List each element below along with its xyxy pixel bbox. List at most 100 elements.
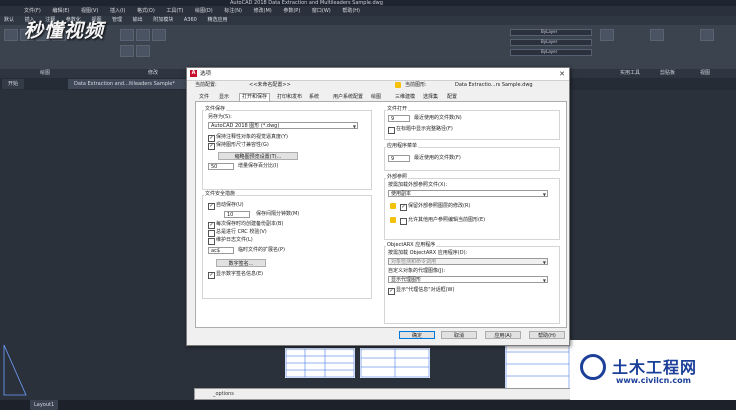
tab-user-preferences[interactable]: 用户系统配置 — [333, 94, 363, 101]
menu-window[interactable]: 窗口(W) — [312, 8, 331, 14]
panel-modify-label[interactable]: 修改 — [148, 69, 158, 78]
chevron-down-icon: ▼ — [542, 278, 546, 283]
mirror-tool-icon[interactable] — [136, 45, 150, 57]
ribbon-tab-output[interactable]: 输出 — [133, 17, 143, 23]
help-button[interactable]: 帮助(H) — [529, 331, 565, 339]
file-save-title: 文件保存 — [204, 106, 227, 113]
menu-view[interactable]: 视图(V) — [81, 8, 98, 14]
ribbon-tab-manage[interactable]: 管理 — [112, 17, 122, 23]
full-path-label: 在标题中显示完整路径(F) — [396, 126, 453, 132]
xref-load-select[interactable]: 使用副本 ▼ — [388, 190, 548, 197]
tab-system[interactable]: 系统 — [309, 94, 319, 101]
menu-file[interactable]: 文件(F) — [24, 8, 41, 14]
digital-signature-button[interactable]: 数字签名... — [216, 259, 266, 267]
autosave-checkbox[interactable]: ✓ — [208, 203, 215, 210]
keep-annotative-checkbox[interactable]: ✓ — [208, 135, 215, 142]
thumbnail-settings-button[interactable]: 缩略图预览设置(T)... — [218, 152, 298, 160]
allow-edit-label: 允许其他用户参照编辑当前图形(E) — [408, 217, 486, 223]
menu-dimension[interactable]: 标注(N) — [224, 8, 242, 14]
autosave-minutes-input[interactable]: 10 — [224, 211, 250, 218]
move-tool-icon[interactable] — [120, 29, 134, 41]
temp-extension-label: 临时文件的扩展名(P) — [238, 247, 285, 253]
proxy-info-checkbox[interactable]: ✓ — [388, 288, 395, 295]
cancel-button[interactable]: 取消 — [441, 331, 477, 339]
paste-tool-icon[interactable] — [650, 29, 664, 41]
menu-recent-files-input[interactable]: 9 — [388, 155, 410, 162]
keep-drawing-size-checkbox[interactable]: ✓ — [208, 143, 215, 150]
triangle-drawing — [3, 344, 27, 396]
menu-draw[interactable]: 绘图(D) — [195, 8, 213, 14]
file-open-group — [384, 110, 560, 140]
full-path-checkbox[interactable] — [388, 127, 395, 134]
watermark-logo-right: 土木工程网 www.civilcn.com — [570, 340, 736, 400]
proxy-image-select[interactable]: 显示代理图形 ▼ — [388, 276, 548, 283]
menu-insert[interactable]: 插入(I) — [110, 8, 125, 14]
xref-retain-icon — [390, 203, 396, 209]
tab-plot-publish[interactable]: 打印和发布 — [277, 94, 302, 101]
tab-3d-modeling[interactable]: 三维建模 — [395, 94, 415, 101]
crc-checkbox[interactable] — [208, 230, 215, 237]
recent-files-input[interactable]: 9 — [388, 115, 410, 122]
digital-signature-checkbox[interactable]: ✓ — [208, 272, 215, 279]
digital-signature-label: 显示数字签名信息(E) — [216, 271, 264, 277]
measure-tool-icon[interactable] — [600, 29, 614, 41]
close-icon[interactable]: ✕ — [559, 69, 565, 79]
tab-drafting[interactable]: 绘图 — [371, 94, 381, 101]
tab-profiles[interactable]: 配置 — [447, 94, 457, 101]
tab-open-save[interactable]: 打开和保存 — [239, 93, 271, 101]
incremental-save-label: 增量保存百分比(I) — [238, 163, 279, 169]
objectarx-load-select[interactable]: 对象检测和命令调用 ▼ — [388, 258, 548, 265]
retain-xref-checkbox[interactable]: ✓ — [400, 204, 407, 211]
menu-bar: 文件(F) 编辑(E) 视图(V) 插入(I) 格式(O) 工具(T) 绘图(D… — [0, 6, 736, 16]
doc-tab-start[interactable]: 开始 — [2, 79, 25, 89]
objectarx-load-label: 按需加载 ObjectARX 应用程序(D): — [388, 250, 468, 256]
menu-format[interactable]: 格式(O) — [137, 8, 155, 14]
allow-edit-checkbox[interactable] — [400, 218, 407, 225]
ribbon-tab-addins[interactable]: 附加模块 — [153, 17, 173, 23]
file-open-title: 文件打开 — [386, 106, 409, 113]
tab-selection[interactable]: 选择集 — [423, 94, 438, 101]
ok-button[interactable]: 确定 — [399, 331, 435, 339]
chevron-down-icon: ▼ — [542, 260, 546, 265]
backup-checkbox[interactable]: ✓ — [208, 222, 215, 229]
menu-edit[interactable]: 编辑(E) — [52, 8, 69, 14]
line-tool-icon[interactable] — [4, 29, 18, 41]
drawing-icon — [395, 82, 401, 88]
rotate-tool-icon[interactable] — [136, 29, 150, 41]
tab-files[interactable]: 文件 — [199, 94, 209, 101]
current-drawing-value: Data Extractio...rs Sample.dwg — [455, 82, 533, 88]
trim-tool-icon[interactable] — [152, 29, 166, 41]
ribbon-tab-home[interactable]: 默认 — [4, 17, 14, 23]
tab-display[interactable]: 显示 — [219, 94, 229, 101]
recent-files-label: 最近使用的文件数(N) — [414, 115, 462, 121]
doc-tab-drawing[interactable]: Data Extraction and...ltileaders Sample* — [68, 79, 192, 89]
layout-tab[interactable]: Layout1 — [30, 400, 59, 410]
saveas-select[interactable]: AutoCAD 2018 图形 (*.dwg) ▼ — [208, 122, 358, 129]
command-line[interactable]: _options — [194, 388, 574, 400]
panel-clipboard-label[interactable]: 剪贴板 — [660, 69, 675, 78]
ribbon-tab-a360[interactable]: A360 — [184, 17, 197, 23]
watermark-cn-text: 土木工程网 — [612, 358, 698, 377]
incremental-save-input[interactable]: 50 — [208, 163, 234, 170]
panel-view-label[interactable]: 视图 — [700, 69, 710, 78]
menu-tools[interactable]: 工具(T) — [166, 8, 183, 14]
panel-draw-label[interactable]: 绘图 — [40, 69, 50, 78]
title-block — [505, 340, 570, 390]
lineweight-field[interactable]: ByLayer — [510, 49, 592, 56]
color-field[interactable]: ByLayer — [510, 29, 592, 36]
menu-help[interactable]: 帮助(H) — [342, 8, 360, 14]
panel-utilities-label[interactable]: 实用工具 — [620, 69, 640, 78]
copy-tool-icon[interactable] — [120, 45, 134, 57]
current-drawing-label: 当前图形: — [405, 82, 427, 88]
xref-edit-icon — [390, 217, 396, 223]
ribbon-tab-featured[interactable]: 精选应用 — [207, 17, 227, 23]
base-view-icon[interactable] — [700, 29, 714, 41]
menu-modify[interactable]: 修改(M) — [254, 8, 272, 14]
chevron-down-icon: ▼ — [352, 124, 356, 129]
linetype-field[interactable]: ByLayer — [510, 39, 592, 46]
menu-parametric[interactable]: 参数(P) — [283, 8, 300, 14]
log-file-checkbox[interactable] — [208, 238, 215, 245]
temp-extension-input[interactable]: ac$ — [208, 247, 234, 254]
watermark-url-text: www.civilcn.com — [616, 376, 691, 385]
apply-button[interactable]: 应用(A) — [485, 331, 521, 339]
